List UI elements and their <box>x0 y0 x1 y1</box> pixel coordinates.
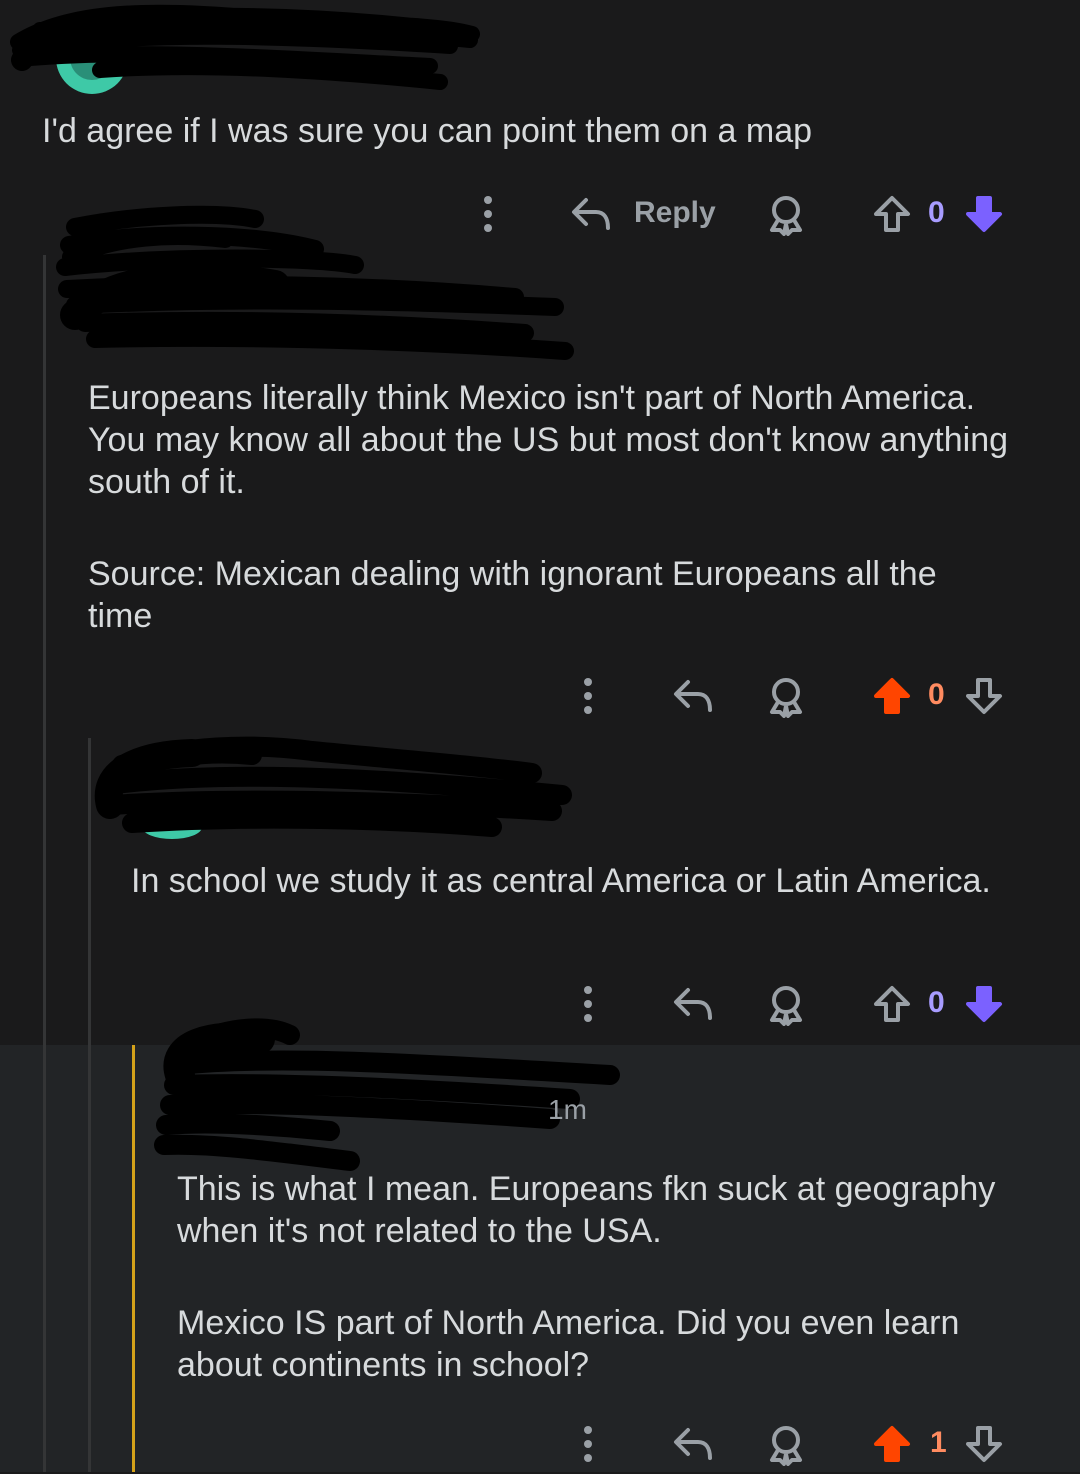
reply-button[interactable] <box>672 1424 714 1464</box>
award-icon[interactable] <box>766 1424 806 1466</box>
upvote-arrow-icon <box>874 986 910 1022</box>
more-vertical-icon[interactable] <box>576 676 600 716</box>
downvote-button[interactable] <box>964 194 1004 234</box>
comment-paragraph: Source: Mexican dealing with ignorant Eu… <box>88 555 937 635</box>
upvote-button[interactable] <box>872 984 912 1024</box>
award-icon[interactable] <box>766 194 806 236</box>
redacted-user-header <box>94 736 572 839</box>
comment-paragraph: I'd agree if I was sure you can point th… <box>42 112 813 150</box>
award-icon[interactable] <box>766 676 806 718</box>
downvote-arrow-icon <box>966 1426 1002 1462</box>
comment-paragraph: Europeans literally think Mexico isn't p… <box>88 379 1009 501</box>
downvote-arrow-icon <box>966 196 1002 232</box>
downvote-button[interactable] <box>964 1424 1004 1464</box>
upvote-button[interactable] <box>872 676 912 716</box>
reply-arrow-icon <box>674 680 712 712</box>
reply-arrow-icon <box>674 1428 712 1460</box>
comment-actions: 1 <box>570 1414 1030 1474</box>
score-count: 0 <box>928 986 945 1019</box>
reply-arrow-icon <box>674 988 712 1020</box>
comment-paragraph: Mexico IS part of North America. Did you… <box>177 1304 960 1384</box>
comment-body: This is what I mean. Europeans fkn suck … <box>177 1168 1037 1386</box>
comment-body: Europeans literally think Mexico isn't p… <box>88 377 1008 637</box>
redacted-user-header <box>10 4 480 94</box>
score-count: 0 <box>928 678 945 711</box>
score-count: 0 <box>928 196 945 229</box>
comment-body: In school we study it as central America… <box>131 860 1011 902</box>
comment-paragraph: This is what I mean. Europeans fkn suck … <box>177 1170 996 1250</box>
reply-label: Reply <box>634 196 716 229</box>
score-count: 1 <box>930 1426 947 1459</box>
reply-button[interactable] <box>672 676 714 716</box>
upvote-arrow-icon <box>874 196 910 232</box>
thread-line-level-1[interactable] <box>43 255 46 1472</box>
downvote-button[interactable] <box>964 676 1004 716</box>
redacted-user-header <box>56 205 574 360</box>
reply-button[interactable]: Reply <box>570 184 720 244</box>
highlight-rail <box>132 1045 135 1472</box>
thread-line-level-2[interactable] <box>88 738 91 1472</box>
comment-paragraph: In school we study it as central America… <box>131 862 991 900</box>
upvote-button[interactable] <box>872 1424 912 1464</box>
upvote-button[interactable] <box>872 194 912 234</box>
comment-body: I'd agree if I was sure you can point th… <box>42 110 1042 152</box>
upvote-arrow-icon <box>874 678 910 714</box>
downvote-arrow-icon <box>966 986 1002 1022</box>
comment-timestamp: 1m <box>548 1094 587 1125</box>
comment-actions: 0 <box>570 974 1030 1034</box>
award-icon[interactable] <box>766 984 806 1026</box>
more-vertical-icon[interactable] <box>576 1424 600 1464</box>
downvote-arrow-icon <box>966 678 1002 714</box>
reply-button[interactable] <box>672 984 714 1024</box>
upvote-arrow-icon <box>874 1426 910 1462</box>
downvote-button[interactable] <box>964 984 1004 1024</box>
comment-actions: 0 <box>570 666 1030 726</box>
